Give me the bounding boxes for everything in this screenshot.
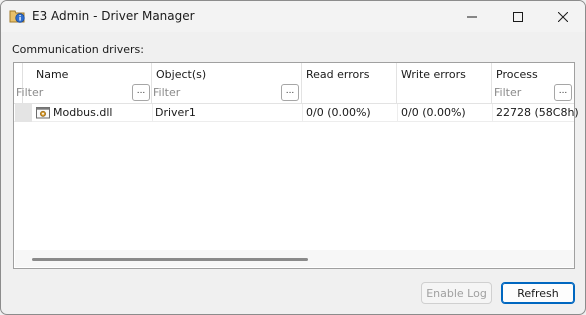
cell-divider [152, 104, 153, 122]
maximize-button[interactable] [495, 1, 541, 32]
close-icon [558, 11, 568, 22]
refresh-button[interactable]: Refresh [501, 282, 575, 304]
column-header-read-errors[interactable]: Read errors [302, 63, 397, 103]
driver-manager-window: E3 Admin - Driver Manager Communication … [0, 0, 586, 315]
cell-process: 22728 (58C8h) [496, 106, 579, 119]
cell-name: Modbus.dll [53, 106, 113, 119]
drivers-grid[interactable]: Name Filter ... Object(s) Filter ... Rea… [13, 62, 579, 269]
window-title: E3 Admin - Driver Manager [32, 9, 195, 23]
column-header-process[interactable]: Process Filter ... [492, 63, 574, 103]
column-title-write-errors: Write errors [401, 68, 466, 81]
cell-write-errors: 0/0 (0.00%) [401, 106, 466, 119]
maximize-icon [513, 11, 523, 22]
communication-drivers-label: Communication drivers: [12, 43, 144, 56]
row-indicator [15, 104, 32, 122]
column-title-objects: Object(s) [156, 68, 207, 81]
enable-log-button[interactable]: Enable Log [421, 282, 492, 304]
column-title-read-errors: Read errors [306, 68, 370, 81]
cell-divider [492, 104, 493, 122]
horizontal-scrollbar-thumb[interactable] [32, 258, 308, 261]
minimize-icon [467, 16, 477, 17]
minimize-button[interactable] [449, 1, 495, 32]
column-header-write-errors[interactable]: Write errors [397, 63, 492, 103]
cell-divider [397, 104, 398, 122]
filter-input-name[interactable]: Filter [16, 86, 43, 99]
close-button[interactable] [540, 1, 585, 32]
filter-button-name[interactable]: ... [132, 84, 150, 101]
filter-button-process[interactable]: ... [554, 84, 572, 101]
title-bar[interactable]: E3 Admin - Driver Manager [1, 1, 585, 32]
dll-file-icon [36, 106, 50, 119]
column-title-name: Name [36, 68, 69, 81]
cell-divider [302, 104, 303, 122]
filter-input-objects[interactable]: Filter [153, 86, 180, 99]
app-icon [9, 8, 26, 24]
cell-objects: Driver1 [155, 106, 196, 119]
filter-input-process[interactable]: Filter [494, 86, 521, 99]
column-header-objects[interactable]: Object(s) Filter ... [152, 63, 302, 103]
cell-read-errors: 0/0 (0.00%) [306, 106, 371, 119]
filter-button-objects[interactable]: ... [281, 84, 299, 101]
table-row[interactable]: Modbus.dll Driver1 0/0 (0.00%) 0/0 (0.00… [14, 104, 579, 122]
column-title-process: Process [496, 68, 538, 81]
